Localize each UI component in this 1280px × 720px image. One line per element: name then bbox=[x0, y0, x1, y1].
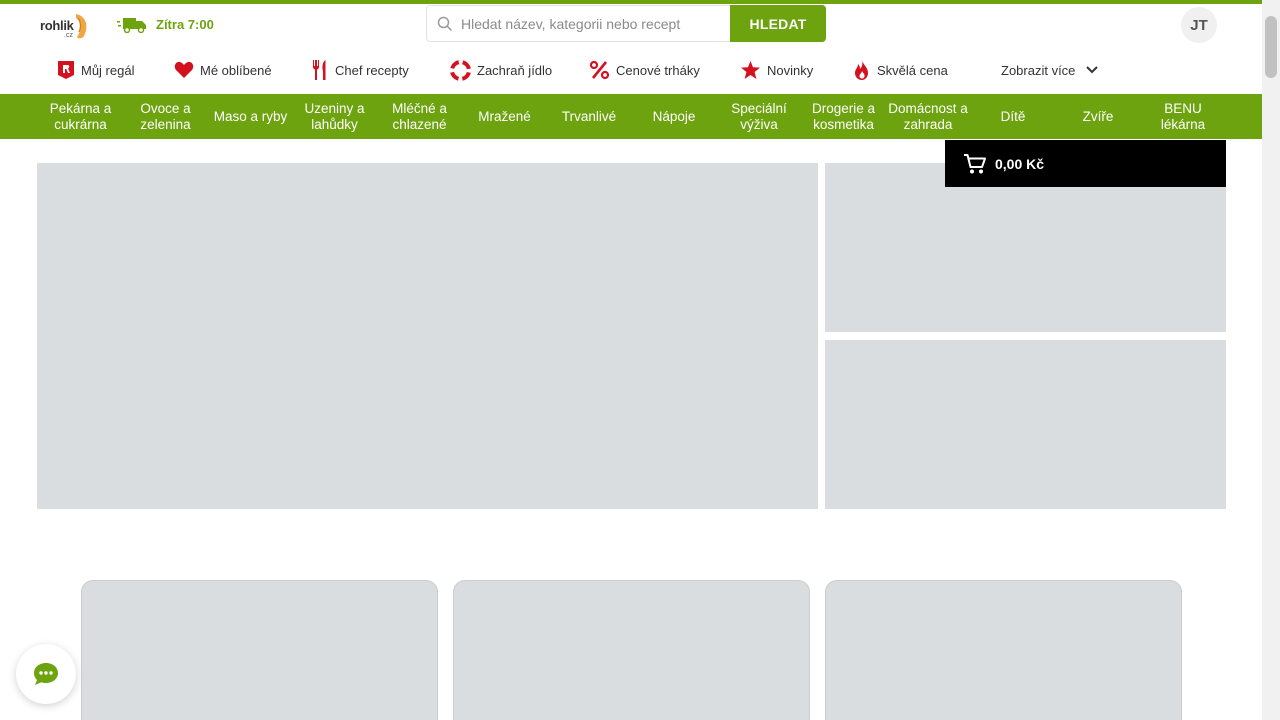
header: rohlik .cz Zítra 7:00 HLEDAT JT bbox=[0, 4, 1262, 46]
subnav-item-price-hits[interactable]: Cenové trháky bbox=[589, 58, 700, 82]
subnav-item-recipes[interactable]: Chef recepty bbox=[311, 58, 409, 82]
delivery-slot[interactable]: Zítra 7:00 bbox=[117, 16, 214, 33]
subnav-item-new[interactable]: Novinky bbox=[740, 58, 813, 82]
side-banner-placeholder-top[interactable] bbox=[825, 163, 1226, 332]
hero-banner-placeholder[interactable] bbox=[37, 163, 818, 509]
subnav-item-save-food[interactable]: Zachraň jídlo bbox=[450, 58, 552, 82]
scrollbar-thumb[interactable] bbox=[1265, 16, 1277, 78]
cart-icon bbox=[964, 153, 986, 173]
category-bakery[interactable]: Pekárna a cukrárna bbox=[38, 94, 123, 139]
category-deli[interactable]: Uzeniny a lahůdky bbox=[293, 94, 376, 139]
subnav-item-label: Mé oblíbené bbox=[200, 62, 272, 78]
chevron-down-icon bbox=[1086, 66, 1099, 74]
subnav-item-label: Cenové trháky bbox=[616, 62, 700, 78]
chat-button[interactable] bbox=[16, 644, 76, 704]
cutlery-icon bbox=[313, 60, 326, 80]
promo-card-placeholder[interactable] bbox=[453, 580, 810, 720]
category-bar: Pekárna a cukrárna Ovoce a zelenina Maso… bbox=[0, 94, 1262, 139]
search-input[interactable] bbox=[461, 6, 729, 41]
category-special-nutrition[interactable]: Speciální výživa bbox=[716, 94, 802, 139]
delivery-time: Zítra 7:00 bbox=[156, 17, 214, 32]
category-dairy[interactable]: Mléčné a chlazené bbox=[376, 94, 463, 139]
subnav-item-shelf[interactable]: Můj regál bbox=[57, 58, 134, 82]
search-icon bbox=[437, 16, 453, 32]
subnav-item-favorites[interactable]: Mé oblíbené bbox=[174, 58, 272, 82]
promo-card-placeholder[interactable] bbox=[825, 580, 1182, 720]
delivery-truck-icon bbox=[117, 18, 146, 33]
subnav-item-label: Zachraň jídlo bbox=[477, 62, 553, 78]
heart-icon bbox=[174, 61, 194, 78]
subnav-item-label: Skvělá cena bbox=[877, 62, 948, 78]
category-pet[interactable]: Zvíře bbox=[1055, 94, 1141, 139]
shelf-icon bbox=[58, 61, 74, 79]
subnav-item-great-price[interactable]: Skvělá cena bbox=[853, 58, 948, 82]
show-more-label: Zobrazit více bbox=[1001, 62, 1076, 78]
show-more-dropdown[interactable]: Zobrazit více bbox=[1001, 58, 1099, 82]
lifebuoy-icon bbox=[450, 59, 471, 81]
category-child[interactable]: Dítě bbox=[971, 94, 1055, 139]
category-meat-fish[interactable]: Maso a ryby bbox=[208, 94, 293, 139]
search-box: HLEDAT bbox=[426, 5, 826, 42]
subnav-item-label: Můj regál bbox=[81, 62, 135, 78]
subnav-item-label: Chef recepty bbox=[335, 62, 409, 78]
cart-button[interactable]: 0,00 Kč bbox=[945, 140, 1226, 187]
side-banner-placeholder-bottom[interactable] bbox=[825, 340, 1226, 509]
promo-card-placeholder[interactable] bbox=[81, 580, 438, 720]
star-icon bbox=[741, 61, 760, 79]
logo[interactable]: rohlik .cz bbox=[38, 10, 94, 42]
quick-links-bar: Můj regál Mé oblíbené Chef recepty Zachr… bbox=[0, 50, 1262, 92]
cart-total: 0,00 Kč bbox=[995, 155, 1045, 172]
category-pantry[interactable]: Trvanlivé bbox=[546, 94, 632, 139]
category-pharmacy[interactable]: BENU lékárna bbox=[1141, 94, 1225, 139]
subnav-item-label: Novinky bbox=[767, 62, 814, 78]
chat-bubble-icon bbox=[34, 663, 58, 685]
category-frozen[interactable]: Mražené bbox=[463, 94, 546, 139]
category-drinks[interactable]: Nápoje bbox=[632, 94, 716, 139]
page-scrollbar[interactable] bbox=[1262, 0, 1280, 720]
logo-text: rohlik bbox=[40, 18, 74, 33]
search-button[interactable]: HLEDAT bbox=[730, 5, 826, 42]
flame-icon bbox=[855, 60, 868, 80]
category-home-garden[interactable]: Domácnost a zahrada bbox=[885, 94, 971, 139]
category-drugstore[interactable]: Drogerie a kosmetika bbox=[802, 94, 885, 139]
percent-icon bbox=[589, 60, 610, 80]
croissant-icon bbox=[76, 14, 87, 39]
user-avatar[interactable]: JT bbox=[1181, 7, 1217, 43]
category-fruit-vegetables[interactable]: Ovoce a zelenina bbox=[123, 94, 208, 139]
